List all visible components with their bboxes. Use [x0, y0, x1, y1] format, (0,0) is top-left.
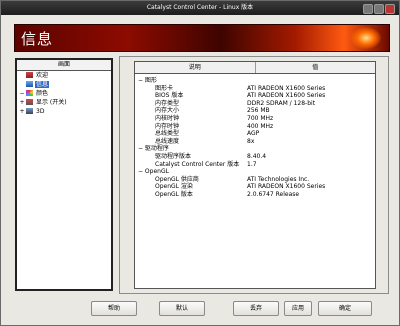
table-header: 说明 值	[135, 62, 375, 74]
tree-item-4[interactable]: +3D	[19, 108, 45, 116]
row-label: − OpenGL	[138, 168, 169, 176]
display-icon	[26, 99, 33, 105]
table-row[interactable]: BIOS 版本 ATI RADEON X1600 Series	[135, 92, 375, 99]
row-label: 驱动程序版本	[155, 153, 192, 160]
app-window: Catalyst Control Center - Linux 版本 信息 画面…	[0, 0, 400, 326]
row-label: 内存大小	[155, 107, 180, 115]
row-value: 1.7	[247, 160, 257, 168]
info-table: 说明 值 − 图形 图形卡 ATI RADEON X1600 Series BIOS …	[134, 61, 376, 289]
minimize-icon[interactable]	[363, 4, 373, 14]
tree-item-label: 颜色	[36, 90, 49, 97]
table-row[interactable]: 图形卡 ATI RADEON X1600 Series	[135, 85, 375, 92]
table-row[interactable]: OpenGL 供应商 ATI Technologies Inc.	[135, 176, 375, 183]
tree-item-3[interactable]: + 显示 (开关)	[19, 99, 68, 107]
page-title: 信息	[21, 30, 54, 48]
tree-expander-icon[interactable]: +	[19, 108, 25, 116]
table-row[interactable]: 内存类型 DDR2 SDRAM / 128-bit	[135, 100, 375, 107]
row-value: ATI RADEON X1600 Series	[247, 183, 326, 191]
row-label: 内存时钟	[155, 122, 180, 130]
maximize-icon[interactable]	[374, 4, 384, 14]
apply-button[interactable]: 应用	[284, 301, 312, 316]
table-group-row[interactable]: − 图形	[135, 77, 375, 84]
row-label: 内核时钟	[155, 115, 180, 122]
row-label: Catalyst Control Center 版本	[155, 160, 240, 168]
table-group-row[interactable]: − 驱动程序	[135, 145, 375, 152]
tree-item-label: 3D	[36, 108, 45, 115]
table-row[interactable]: OpenGL 版本 2.0.6747 Release	[135, 191, 375, 198]
row-label: OpenGL 版本	[155, 191, 193, 198]
tree-header: 画面	[17, 60, 111, 71]
column-header-value[interactable]: 值	[256, 62, 376, 73]
info-icon	[26, 81, 33, 87]
row-label: 图形卡	[155, 84, 174, 92]
table-row[interactable]: 总线类型 AGP	[135, 130, 375, 137]
welcome-icon	[26, 72, 33, 78]
tree-expander-icon[interactable]: +	[19, 99, 25, 107]
ok-button[interactable]: 确定	[318, 301, 372, 316]
row-value: AGP	[247, 130, 260, 138]
row-label: BIOS 版本	[155, 92, 184, 100]
title-bar[interactable]: Catalyst Control Center - Linux 版本	[1, 1, 399, 15]
row-value: ATI RADEON X1600 Series	[247, 92, 326, 100]
tree-expander-icon[interactable]: −	[19, 90, 25, 98]
row-value: ATI Technologies Inc.	[247, 175, 310, 183]
table-row[interactable]: 内核时钟 700 MHz	[135, 115, 375, 122]
window-title: Catalyst Control Center - Linux 版本	[146, 4, 254, 11]
row-label: 内存类型	[155, 99, 180, 107]
row-label: − 图形	[138, 77, 157, 84]
table-row[interactable]: 总线速度 8x	[135, 138, 375, 145]
row-value: 256 MB	[247, 107, 270, 115]
discard-button[interactable]: 丢弃	[233, 301, 279, 316]
header-banner: 信息	[14, 24, 390, 52]
row-value: 400 MHz	[247, 122, 274, 130]
row-value: 8.40.4	[247, 153, 267, 160]
tree-item-label: 信息	[35, 81, 50, 88]
row-value: 8x	[247, 137, 255, 145]
row-label: 总线类型	[155, 130, 180, 138]
decorative-flare	[351, 27, 381, 49]
defaults-button[interactable]: 默认	[159, 301, 205, 316]
row-value: ATI RADEON X1600 Series	[247, 84, 326, 92]
row-value: 700 MHz	[247, 115, 274, 122]
tree-item-0[interactable]: 欢迎	[25, 72, 49, 80]
table-row[interactable]: Catalyst Control Center 版本 1.7	[135, 161, 375, 168]
3d-icon	[26, 108, 33, 114]
help-button[interactable]: 帮助	[91, 301, 137, 316]
row-label: OpenGL 供应商	[155, 175, 199, 183]
table-row[interactable]: 内存大小 256 MB	[135, 107, 375, 114]
info-panel: 说明 值 − 图形 图形卡 ATI RADEON X1600 Series BIOS …	[119, 56, 389, 294]
tree-item-label: 显示 (开关)	[36, 99, 67, 106]
close-icon[interactable]	[385, 4, 395, 14]
color-icon	[26, 90, 33, 96]
table-row[interactable]: 驱动程序版本 8.40.4	[135, 153, 375, 160]
table-row[interactable]: 内存时钟 400 MHz	[135, 123, 375, 130]
row-label: OpenGL 渲染	[155, 183, 193, 191]
tree-item-label: 欢迎	[36, 72, 49, 79]
tree-item-2[interactable]: − 颜色	[19, 90, 49, 98]
row-label: 总线速度	[155, 137, 180, 145]
row-label: − 驱动程序	[138, 145, 169, 153]
row-value: 2.0.6747 Release	[247, 191, 300, 198]
table-row[interactable]: OpenGL 渲染 ATI RADEON X1600 Series	[135, 183, 375, 190]
table-group-row[interactable]: − OpenGL	[135, 168, 375, 175]
tree-item-1[interactable]: 信息	[25, 81, 50, 89]
column-header-description[interactable]: 说明	[135, 62, 256, 73]
row-value: DDR2 SDRAM / 128-bit	[247, 99, 316, 107]
navigation-tree: 画面 欢迎信息 − 颜色 + 显示 (开关) +3D	[15, 58, 113, 291]
